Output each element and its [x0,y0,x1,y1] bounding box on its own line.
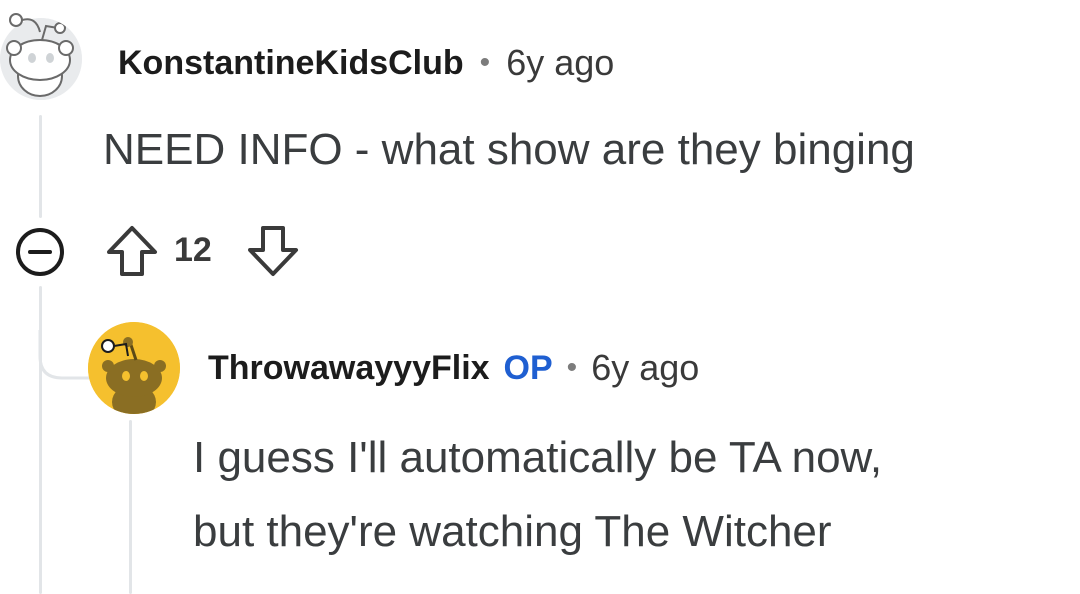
comment-header: KonstantineKidsClub • 6y ago [118,38,614,88]
comment-timestamp: 6y ago [506,42,615,83]
upvote-button[interactable] [103,222,161,280]
separator-dot: • [566,351,578,384]
comment-body: NEED INFO - what show are they binging [103,125,915,174]
comment-author[interactable]: KonstantineKidsClub [118,44,464,83]
antenna-icon [101,339,129,357]
collapse-button[interactable] [14,226,66,278]
thread-line-main [39,115,42,218]
vote-score: 12 [174,231,212,269]
reply-timestamp: 6y ago [591,347,700,388]
separator-dot: • [479,46,491,79]
upvote-arrow-icon [107,226,157,276]
reply-body-line-2: but they're watching The Witcher [193,507,832,556]
reply-author[interactable]: ThrowawayyyFlix [208,349,490,388]
reply-body-line-1: I guess I'll automatically be TA now, [193,433,883,482]
thread-line-reply [129,420,132,594]
collapse-minus-icon [16,228,64,276]
downvote-button[interactable] [244,222,302,280]
op-badge: OP [503,348,553,387]
downvote-arrow-icon [248,226,298,276]
antenna-icon [9,13,41,33]
reply-header: ThrowawayyyFlix OP • 6y ago [208,343,699,393]
